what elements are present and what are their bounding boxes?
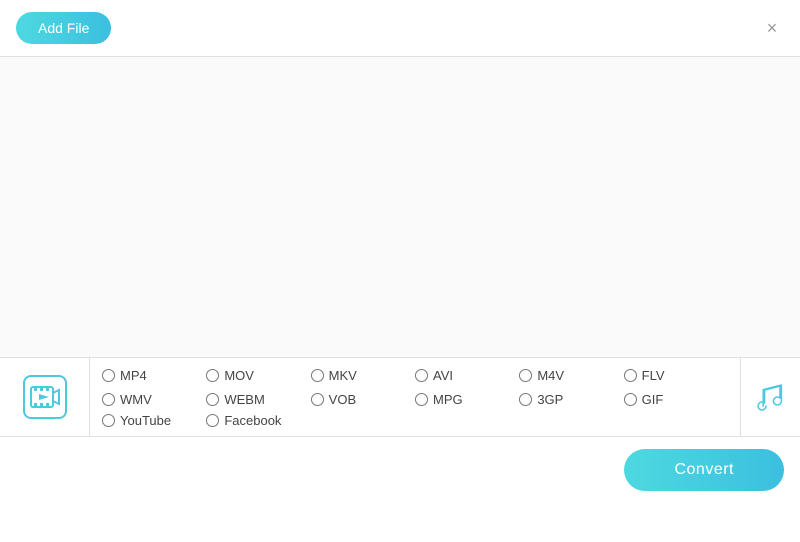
format-option-vob[interactable]: VOB bbox=[311, 392, 415, 407]
format-label-wmv: WMV bbox=[120, 392, 152, 407]
format-option-mp4[interactable]: MP4 bbox=[102, 368, 206, 383]
format-label-avi: AVI bbox=[433, 368, 453, 383]
format-option-3gp[interactable]: 3GP bbox=[519, 392, 623, 407]
convert-button[interactable]: Convert bbox=[624, 449, 784, 491]
format-option-mkv[interactable]: MKV bbox=[311, 368, 415, 383]
video-icon bbox=[23, 375, 67, 419]
format-option-youtube[interactable]: YouTube bbox=[102, 413, 206, 428]
audio-format-icon-area[interactable] bbox=[740, 358, 800, 436]
format-label-flv: FLV bbox=[642, 368, 665, 383]
format-option-m4v[interactable]: M4V bbox=[519, 368, 623, 383]
format-label-m4v: M4V bbox=[537, 368, 564, 383]
header: Add File × bbox=[0, 0, 800, 57]
format-label-vob: VOB bbox=[329, 392, 356, 407]
video-format-icon-area[interactable] bbox=[0, 358, 90, 436]
format-option-gif[interactable]: GIF bbox=[624, 392, 728, 407]
format-label-mkv: MKV bbox=[329, 368, 357, 383]
format-label-facebook: Facebook bbox=[224, 413, 281, 428]
close-button[interactable]: × bbox=[760, 16, 784, 40]
format-label-youtube: YouTube bbox=[120, 413, 171, 428]
format-label-gif: GIF bbox=[642, 392, 664, 407]
format-option-mpg[interactable]: MPG bbox=[415, 392, 519, 407]
format-label-3gp: 3GP bbox=[537, 392, 563, 407]
format-option-flv[interactable]: FLV bbox=[624, 368, 728, 383]
format-label-mpg: MPG bbox=[433, 392, 463, 407]
main-content-area bbox=[0, 57, 800, 357]
format-label-mp4: MP4 bbox=[120, 368, 147, 383]
format-option-wmv[interactable]: WMV bbox=[102, 392, 206, 407]
format-option-facebook[interactable]: Facebook bbox=[206, 413, 310, 428]
music-note-icon bbox=[754, 380, 788, 414]
format-bar: MP4 MOV MKV AVI M4V FLV WMV WEBM bbox=[0, 357, 800, 437]
add-file-button[interactable]: Add File bbox=[16, 12, 111, 44]
format-option-avi[interactable]: AVI bbox=[415, 368, 519, 383]
format-label-mov: MOV bbox=[224, 368, 254, 383]
format-option-mov[interactable]: MOV bbox=[206, 368, 310, 383]
format-options-grid: MP4 MOV MKV AVI M4V FLV WMV WEBM bbox=[90, 358, 740, 436]
format-option-webm[interactable]: WEBM bbox=[206, 392, 310, 407]
footer: Convert bbox=[0, 437, 800, 503]
format-label-webm: WEBM bbox=[224, 392, 264, 407]
